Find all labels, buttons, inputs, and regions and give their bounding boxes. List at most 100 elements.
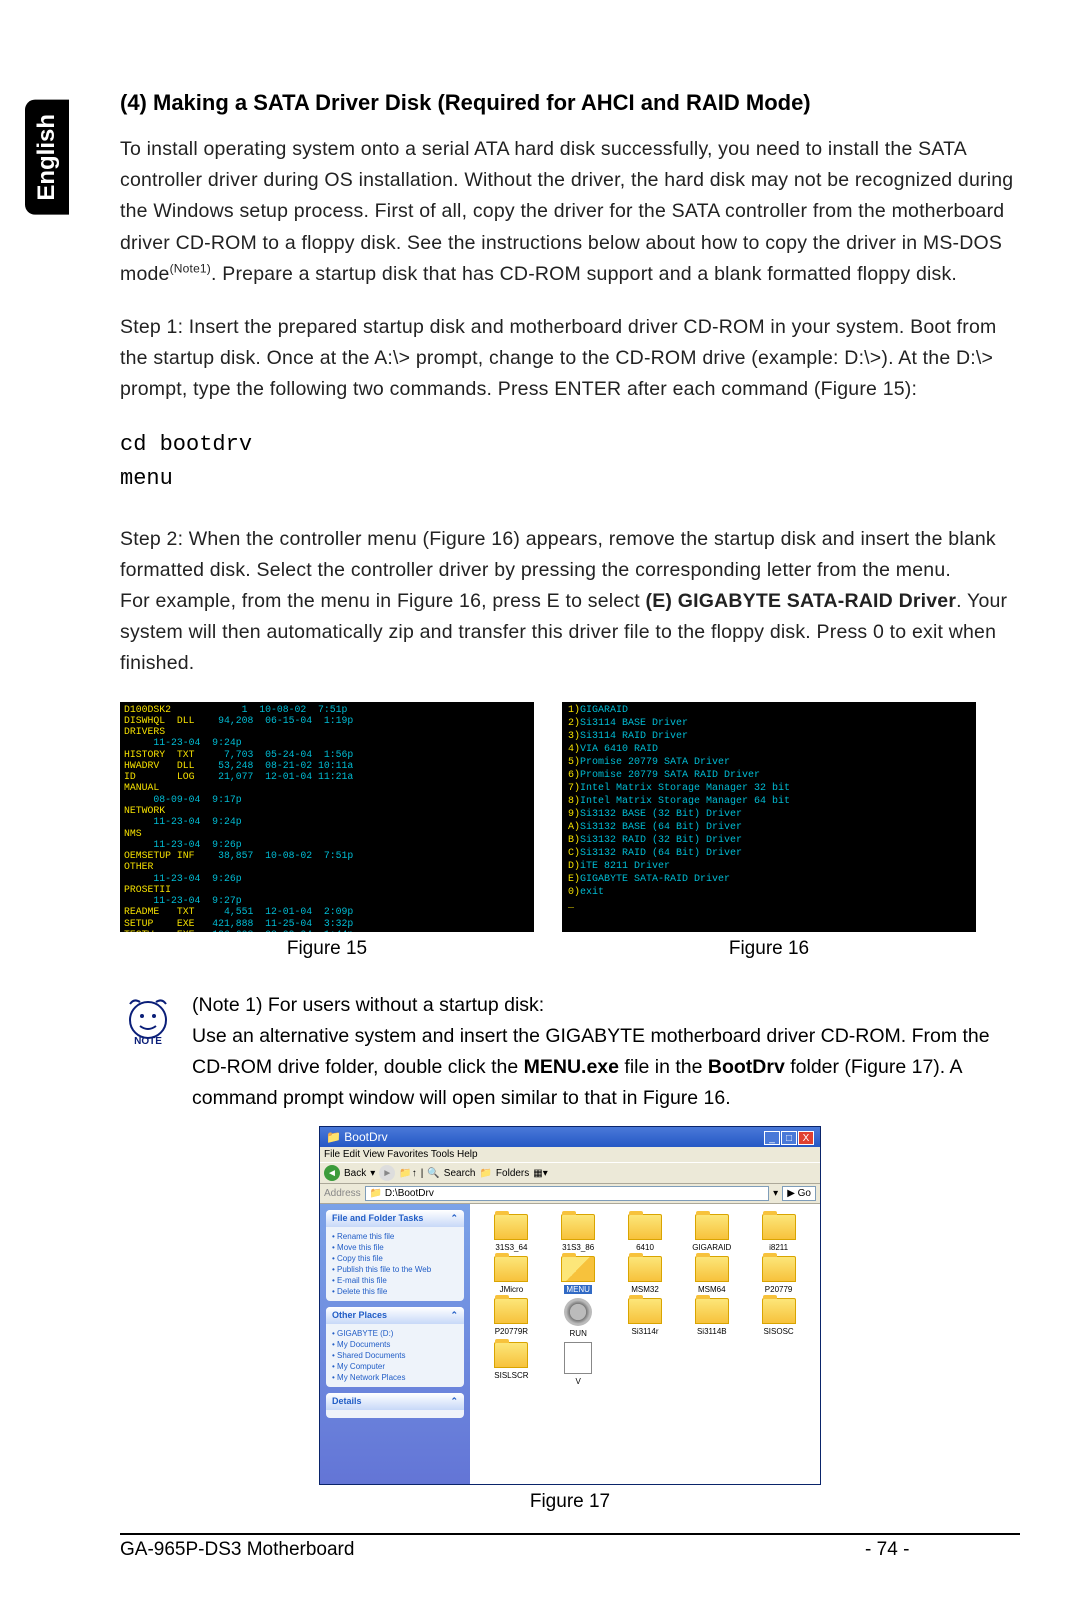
file-label: P20779R [495, 1327, 528, 1336]
folder-item[interactable]: JMicro [480, 1256, 543, 1294]
file-run[interactable]: RUN [547, 1298, 610, 1338]
side-panel-link[interactable]: • Move this file [332, 1242, 458, 1253]
note-icon: NOTE [120, 990, 176, 1051]
views-icon[interactable]: ▦▾ [533, 1168, 547, 1179]
file-label: P20779 [765, 1285, 793, 1294]
back-button[interactable]: ◄ [324, 1165, 340, 1181]
folder-item[interactable]: GIGARAID [680, 1214, 743, 1252]
section-heading: (4) Making a SATA Driver Disk (Required … [120, 90, 1020, 116]
footer-model: GA-965P-DS3 Motherboard [120, 1539, 354, 1561]
figure-15-dos-listing: D100DSK2 1 10-08-02 7:51p DISWHQL DLL 94… [120, 702, 534, 932]
folder-item[interactable]: Si3114B [680, 1298, 743, 1338]
side-panel-link[interactable]: • Copy this file [332, 1253, 458, 1264]
address-label: Address [324, 1188, 361, 1199]
folder-item[interactable]: 31S3_64 [480, 1214, 543, 1252]
side-panel-link[interactable]: • My Computer [332, 1361, 458, 1372]
folder-item[interactable]: P20779 [747, 1256, 810, 1294]
folder-item[interactable]: MSM64 [680, 1256, 743, 1294]
forward-button[interactable]: ► [379, 1165, 395, 1181]
side-panel-link[interactable]: • E-mail this file [332, 1275, 458, 1286]
folder-item[interactable]: i8211 [747, 1214, 810, 1252]
code-block: cd bootdrv menu [120, 428, 1020, 496]
up-icon[interactable]: 📁↑ [399, 1168, 416, 1179]
note1-bold-bootdrv: BootDrv [708, 1056, 785, 1078]
search-label[interactable]: Search [444, 1168, 476, 1179]
file-label: GIGARAID [692, 1243, 731, 1252]
folders-icon[interactable]: 📁 [479, 1168, 491, 1179]
folder-icon [695, 1298, 729, 1324]
file-label: i8211 [769, 1243, 788, 1252]
file-icon [564, 1342, 592, 1374]
close-button[interactable]: X [798, 1131, 814, 1145]
go-button[interactable]: ▶ Go [782, 1186, 816, 1201]
folder-icon [628, 1298, 662, 1324]
chevron-icon[interactable]: ⌃ [450, 1310, 458, 1321]
file-label: JMicro [500, 1285, 524, 1294]
side-panel-link[interactable]: • Publish this file to the Web [332, 1264, 458, 1275]
step2-line-b-pre: For example, from the menu in Figure 16,… [120, 590, 646, 612]
back-label[interactable]: Back [344, 1168, 366, 1179]
figure-17-explorer-window: 📁 BootDrv _□X File Edit View Favorites T… [319, 1126, 821, 1485]
side-panel-group: File and Folder Tasks⌃ • Rename this file… [326, 1210, 464, 1301]
menu-bar[interactable]: File Edit View Favorites Tools Help [320, 1147, 820, 1162]
side-panel-link[interactable]: • My Documents [332, 1339, 458, 1350]
file-label: Si3114B [697, 1327, 727, 1336]
file-menu-exe[interactable]: MENU [547, 1256, 610, 1294]
folder-item[interactable]: SISLSCR [480, 1342, 543, 1386]
file-label: MENU [564, 1285, 592, 1294]
step2-paragraph: Step 2: When the controller menu (Figure… [120, 524, 1020, 680]
folder-item[interactable]: 31S3_86 [547, 1214, 610, 1252]
address-dropdown-icon[interactable]: ▾ [773, 1188, 778, 1199]
folder-icon [628, 1256, 662, 1282]
file-label: Si3114r [632, 1327, 659, 1336]
step1-paragraph: Step 1: Insert the prepared startup disk… [120, 312, 1020, 406]
chevron-icon[interactable]: ⌃ [450, 1213, 458, 1224]
language-tab: English [25, 100, 69, 215]
note1-superscript: (Note1) [170, 261, 211, 275]
chevron-icon[interactable]: ⌃ [450, 1396, 458, 1407]
minimize-button[interactable]: _ [764, 1131, 780, 1145]
folder-item[interactable]: P20779R [480, 1298, 543, 1338]
side-panel-header[interactable]: Other Places⌃ [326, 1307, 464, 1324]
titlebar[interactable]: 📁 BootDrv _□X [320, 1127, 820, 1147]
folder-icon [561, 1256, 595, 1282]
folder-item[interactable]: MSM32 [614, 1256, 677, 1294]
footer-page-number: - 74 - [865, 1539, 909, 1561]
figure-17-caption: Figure 17 [120, 1491, 1020, 1513]
file-label: SISOSC [763, 1327, 793, 1336]
folder-icon [628, 1214, 662, 1240]
folder-icon [762, 1214, 796, 1240]
file-label: RUN [570, 1329, 587, 1338]
step2-line-a: Step 2: When the controller menu (Figure… [120, 528, 996, 581]
file-label: MSM32 [631, 1285, 659, 1294]
folder-icon [561, 1214, 595, 1240]
page-footer: GA-965P-DS3 Motherboard - 74 - [120, 1533, 1020, 1561]
side-panel-link[interactable]: • GIGABYTE (D:) [332, 1328, 458, 1339]
toolbar: ◄ Back ▾ ► 📁↑ | 🔍Search 📁Folders ▦▾ [320, 1162, 820, 1184]
maximize-button[interactable]: □ [781, 1131, 797, 1145]
file-label: SISLSCR [494, 1371, 528, 1380]
side-panel-link[interactable]: • Delete this file [332, 1286, 458, 1297]
file-label: V [576, 1377, 581, 1386]
search-icon[interactable]: 🔍 [427, 1168, 439, 1179]
note1-line-a: (Note 1) For users without a startup dis… [192, 994, 544, 1016]
side-panel-header[interactable]: File and Folder Tasks⌃ [326, 1210, 464, 1227]
file-pane[interactable]: 31S3_6431S3_866410 GIGARAID i8211 JMicro MEN… [470, 1204, 820, 1484]
folders-label[interactable]: Folders [496, 1168, 529, 1179]
side-panel-header[interactable]: Details⌃ [326, 1393, 464, 1410]
side-panel-group: Other Places⌃ • GIGABYTE (D:)• My Documen… [326, 1307, 464, 1387]
note1-text: (Note 1) For users without a startup dis… [192, 990, 1020, 1115]
folder-icon [494, 1256, 528, 1282]
file-v[interactable]: V [547, 1342, 610, 1386]
folder-item[interactable]: 6410 [614, 1214, 677, 1252]
side-panel-link[interactable]: • Rename this file [332, 1231, 458, 1242]
intro-paragraph: To install operating system onto a seria… [120, 134, 1020, 290]
window-title: 📁 BootDrv [326, 1130, 388, 1144]
address-path[interactable]: 📁 D:\BootDrv [365, 1186, 769, 1201]
folder-item[interactable]: Si3114r [614, 1298, 677, 1338]
side-panel-link[interactable]: • Shared Documents [332, 1350, 458, 1361]
side-panel-link[interactable]: • My Network Places [332, 1372, 458, 1383]
folder-item[interactable]: SISOSC [747, 1298, 810, 1338]
figure-15-caption: Figure 15 [120, 938, 534, 960]
side-panel: File and Folder Tasks⌃ • Rename this file… [320, 1204, 470, 1484]
